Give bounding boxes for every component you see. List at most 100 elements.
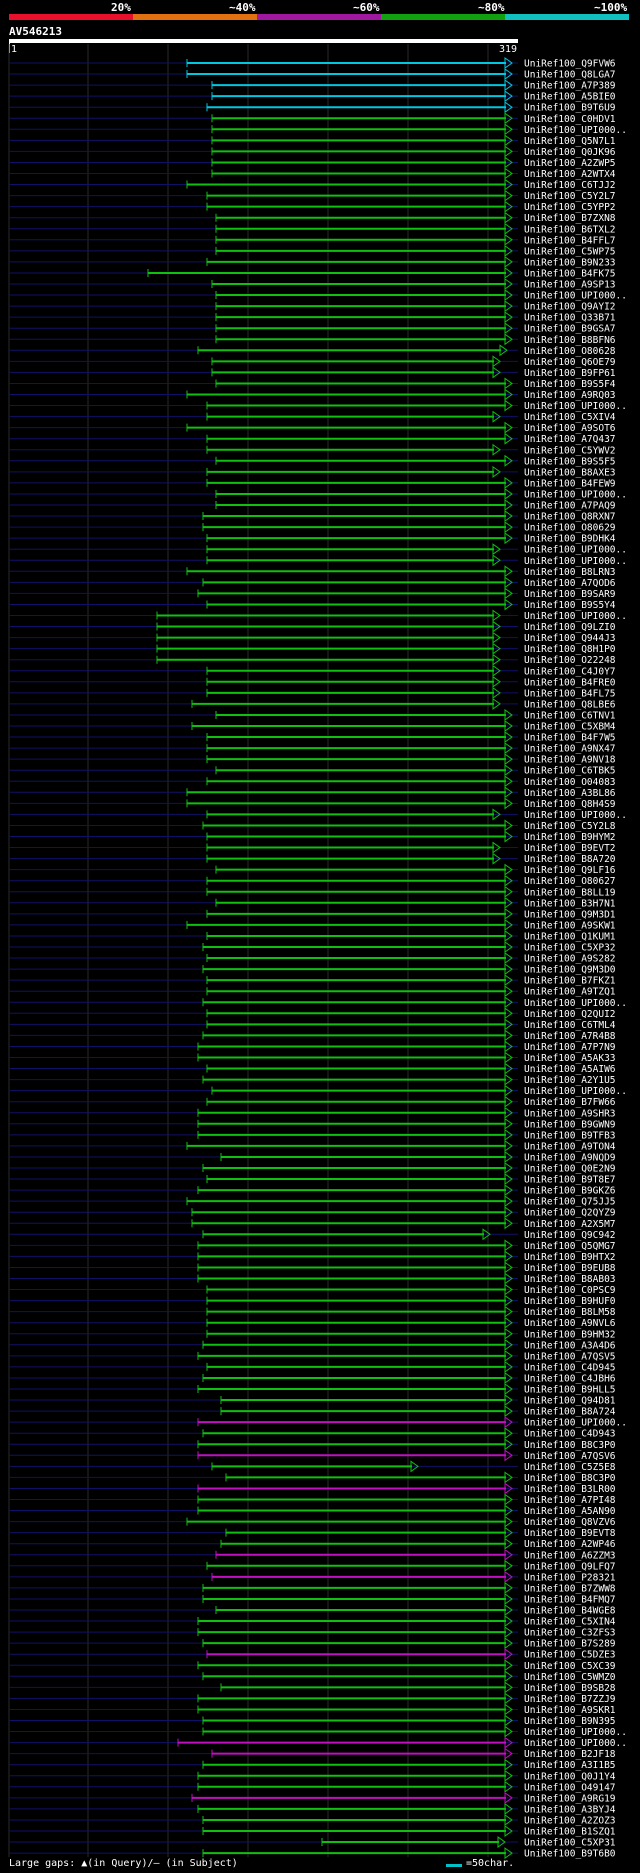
hit-label[interactable]: UniRef100_C6TML4 bbox=[524, 1020, 616, 1031]
hit-label[interactable]: UniRef100_B9T8E7 bbox=[524, 1175, 616, 1186]
hit-label[interactable]: UniRef100_C3ZFS3 bbox=[524, 1628, 616, 1639]
hit-label[interactable]: UniRef100_Q8H4S9 bbox=[524, 799, 616, 810]
hit-label[interactable]: UniRef100_O22248 bbox=[524, 655, 616, 666]
hit-label[interactable]: UniRef100_B9N233 bbox=[524, 257, 616, 268]
hit-label[interactable]: UniRef100_B8AXE3 bbox=[524, 467, 616, 478]
hit-label[interactable]: UniRef100_A3I1B5 bbox=[524, 1760, 616, 1771]
hit-label[interactable]: UniRef100_A9RQ03 bbox=[524, 390, 616, 401]
hit-label[interactable]: UniRef100_C5DZE3 bbox=[524, 1650, 616, 1661]
hit-label[interactable]: UniRef100_A2ZOZ3 bbox=[524, 1815, 616, 1826]
hit-label[interactable]: UniRef100_B9T6B0 bbox=[524, 1849, 616, 1860]
hit-label[interactable]: UniRef100_A7QOD6 bbox=[524, 578, 616, 589]
hit-label[interactable]: UniRef100_B8LRN3 bbox=[524, 567, 616, 578]
hit-label[interactable]: UniRef100_C6TJJ2 bbox=[524, 180, 616, 191]
hit-label[interactable]: UniRef100_C6TBK5 bbox=[524, 766, 616, 777]
hit-label[interactable]: UniRef100_B3LR00 bbox=[524, 1484, 616, 1495]
hit-label[interactable]: UniRef100_UPI000.. bbox=[524, 810, 627, 821]
hit-label[interactable]: UniRef100_Q0E2N9 bbox=[524, 1164, 616, 1175]
hit-label[interactable]: UniRef100_B4F7W5 bbox=[524, 733, 616, 744]
hit-label[interactable]: UniRef100_B7FKZ1 bbox=[524, 976, 616, 987]
hit-label[interactable]: UniRef100_C4JBH6 bbox=[524, 1373, 616, 1384]
hit-label[interactable]: UniRef100_B4FEW9 bbox=[524, 478, 616, 489]
hit-label[interactable]: UniRef100_UPI000.. bbox=[524, 125, 627, 136]
hit-label[interactable]: UniRef100_A5AK33 bbox=[524, 1053, 616, 1064]
hit-label[interactable]: UniRef100_B4WGE8 bbox=[524, 1606, 616, 1617]
hit-label[interactable]: UniRef100_C5XP32 bbox=[524, 943, 616, 954]
hit-label[interactable]: UniRef100_B9S5F5 bbox=[524, 456, 616, 467]
hit-label[interactable]: UniRef100_UPI000.. bbox=[524, 291, 627, 302]
hit-label[interactable]: UniRef100_Q75JJ5 bbox=[524, 1197, 616, 1208]
hit-label[interactable]: UniRef100_A9NVL6 bbox=[524, 1318, 616, 1329]
hit-label[interactable]: UniRef100_B9DHK4 bbox=[524, 534, 616, 545]
hit-label[interactable]: UniRef100_B4FFL7 bbox=[524, 235, 616, 246]
hit-label[interactable]: UniRef100_A9NQD9 bbox=[524, 1152, 616, 1163]
hit-label[interactable]: UniRef100_A7P7N9 bbox=[524, 1042, 616, 1053]
hit-label[interactable]: UniRef100_A9TON4 bbox=[524, 1141, 616, 1152]
hit-label[interactable]: UniRef100_O80628 bbox=[524, 346, 616, 357]
hit-label[interactable]: UniRef100_Q2QUI2 bbox=[524, 1009, 616, 1020]
hit-label[interactable]: UniRef100_B9S5Y4 bbox=[524, 600, 616, 611]
hit-label[interactable]: UniRef100_A9S282 bbox=[524, 954, 616, 965]
hit-label[interactable]: UniRef100_A7PAQ9 bbox=[524, 501, 616, 512]
hit-label[interactable]: UniRef100_A7PI48 bbox=[524, 1495, 616, 1506]
hit-label[interactable]: UniRef100_A2ZWP5 bbox=[524, 158, 616, 169]
hit-label[interactable]: UniRef100_A9RG19 bbox=[524, 1793, 616, 1804]
hit-label[interactable]: UniRef100_B6TXL2 bbox=[524, 224, 616, 235]
hit-label[interactable]: UniRef100_B9FP61 bbox=[524, 368, 616, 379]
hit-label[interactable]: UniRef100_Q9LFQ7 bbox=[524, 1561, 616, 1572]
hit-label[interactable]: UniRef100_B8C3P0 bbox=[524, 1473, 616, 1484]
hit-label[interactable]: UniRef100_Q5N7L1 bbox=[524, 136, 616, 147]
hit-label[interactable]: UniRef100_B9EVT8 bbox=[524, 1528, 616, 1539]
hit-label[interactable]: UniRef100_B7S289 bbox=[524, 1639, 616, 1650]
hit-label[interactable]: UniRef100_Q0JK96 bbox=[524, 147, 616, 158]
hit-label[interactable]: UniRef100_C4J0Y7 bbox=[524, 666, 616, 677]
hit-label[interactable]: UniRef100_A7Q437 bbox=[524, 434, 616, 445]
hit-label[interactable]: UniRef100_B9HLL5 bbox=[524, 1385, 616, 1396]
hit-label[interactable]: UniRef100_Q33B71 bbox=[524, 313, 616, 324]
hit-label[interactable]: UniRef100_A2Y1U5 bbox=[524, 1075, 616, 1086]
hit-label[interactable]: UniRef100_C5WMZ0 bbox=[524, 1672, 616, 1683]
hit-label[interactable]: UniRef100_B4FRE0 bbox=[524, 677, 616, 688]
hit-label[interactable]: UniRef100_Q8RXN7 bbox=[524, 512, 616, 523]
hit-label[interactable]: UniRef100_C4D945 bbox=[524, 1362, 616, 1373]
hit-label[interactable]: UniRef100_C5XIN4 bbox=[524, 1617, 616, 1628]
hit-label[interactable]: UniRef100_Q9AYI2 bbox=[524, 302, 616, 313]
hit-label[interactable]: UniRef100_A2WP46 bbox=[524, 1539, 616, 1550]
hit-label[interactable]: UniRef100_A9SKR1 bbox=[524, 1705, 616, 1716]
hit-label[interactable]: UniRef100_Q8VZV6 bbox=[524, 1517, 616, 1528]
hit-label[interactable]: UniRef100_Q944J3 bbox=[524, 633, 616, 644]
hit-label[interactable]: UniRef100_B8LL19 bbox=[524, 887, 616, 898]
hit-label[interactable]: UniRef100_UPI000.. bbox=[524, 998, 627, 1009]
hit-label[interactable]: UniRef100_B3H7N1 bbox=[524, 898, 616, 909]
hit-label[interactable]: UniRef100_A9SKW1 bbox=[524, 920, 616, 931]
hit-label[interactable]: UniRef100_B9GWN9 bbox=[524, 1119, 616, 1130]
hit-label[interactable]: UniRef100_C5XBM4 bbox=[524, 722, 616, 733]
hit-label[interactable]: UniRef100_O80629 bbox=[524, 523, 616, 534]
hit-label[interactable]: UniRef100_Q9FVW6 bbox=[524, 59, 616, 70]
hit-label[interactable]: UniRef100_B9HYM2 bbox=[524, 832, 616, 843]
hit-label[interactable]: UniRef100_C5YPP2 bbox=[524, 202, 616, 213]
hit-label[interactable]: UniRef100_B9TFB3 bbox=[524, 1130, 616, 1141]
hit-label[interactable]: UniRef100_Q8LBE6 bbox=[524, 699, 616, 710]
hit-label[interactable]: UniRef100_C5WP75 bbox=[524, 246, 616, 257]
hit-label[interactable]: UniRef100_B9N395 bbox=[524, 1716, 616, 1727]
hit-label[interactable]: UniRef100_O49147 bbox=[524, 1782, 616, 1793]
hit-label[interactable]: UniRef100_A3BL86 bbox=[524, 788, 616, 799]
hit-label[interactable]: UniRef100_B9EVT2 bbox=[524, 843, 616, 854]
hit-label[interactable]: UniRef100_Q9M3D0 bbox=[524, 965, 616, 976]
hit-label[interactable]: UniRef100_B4FK75 bbox=[524, 268, 616, 279]
hit-label[interactable]: UniRef100_B8A724 bbox=[524, 1407, 616, 1418]
hit-label[interactable]: UniRef100_A2WTX4 bbox=[524, 169, 616, 180]
hit-label[interactable]: UniRef100_C5Y2L8 bbox=[524, 821, 616, 832]
hit-label[interactable]: UniRef100_C0PSC9 bbox=[524, 1285, 616, 1296]
hit-label[interactable]: UniRef100_B2JF18 bbox=[524, 1749, 616, 1760]
hit-label[interactable]: UniRef100_A7P389 bbox=[524, 81, 616, 92]
hit-label[interactable]: UniRef100_Q6OE79 bbox=[524, 357, 616, 368]
hit-label[interactable]: UniRef100_Q5QMG7 bbox=[524, 1241, 616, 1252]
hit-label[interactable]: UniRef100_A6ZZM3 bbox=[524, 1550, 616, 1561]
hit-label[interactable]: UniRef100_A9TZQ1 bbox=[524, 987, 616, 998]
hit-label[interactable]: UniRef100_C5XIV4 bbox=[524, 412, 616, 423]
hit-label[interactable]: UniRef100_Q9M3D1 bbox=[524, 909, 616, 920]
hit-label[interactable]: UniRef100_C5XP31 bbox=[524, 1838, 616, 1849]
hit-label[interactable]: UniRef100_Q8H1P0 bbox=[524, 644, 616, 655]
